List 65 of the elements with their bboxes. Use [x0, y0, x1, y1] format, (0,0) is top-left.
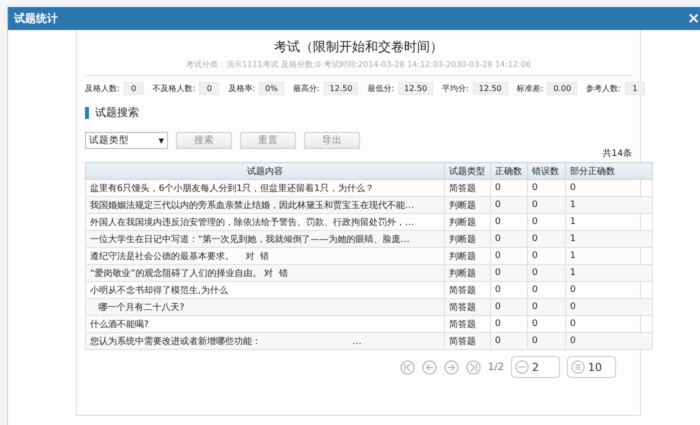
window-title: 试题统计 [14, 11, 58, 26]
table-cell: 一位大学生在日记中写道：“第一次见到她，我就倾倒了——为她的眼睛、脸庞… [86, 230, 444, 248]
table-cell: 0 [490, 230, 528, 248]
table-cell: 0 [528, 196, 566, 214]
stat-value: 0% [259, 82, 284, 95]
goto-page-field[interactable]: 2 [511, 356, 560, 378]
exam-title: 考试（限制开始和交卷时间） [273, 39, 444, 56]
table-cell: 0 [528, 264, 566, 282]
table-cell: 0 [490, 196, 528, 214]
dropdown-value: 试题类型 [89, 134, 129, 147]
stat-value: 12.50 [324, 82, 358, 95]
table-cell: 我国婚姻法规定三代以内的旁系血亲禁止结婚，因此林黛玉和贾宝玉在现代不能… [86, 196, 444, 214]
column-header: 试题内容 [86, 162, 444, 180]
next-page-icon[interactable] [444, 360, 459, 374]
table-cell: 判断题 [444, 264, 490, 282]
table-cell: 简答题 [444, 332, 490, 350]
stat-value: 12.50 [472, 82, 508, 95]
column-header: 错误数 [528, 162, 566, 180]
page-indicator: 1/2 [488, 362, 504, 372]
table-cell: 0 [528, 298, 566, 316]
exam-info: 考试分类：演示1111考试 及格分数:0 考试时间:2014-03-28 14:12:03-2030-03-28 14:12:06 [85, 56, 632, 76]
stat-value: 1 [624, 82, 645, 95]
table-cell: 简答题 [444, 298, 490, 316]
table-cell: 0 [566, 298, 652, 316]
stat-label: 最高分: [292, 83, 320, 94]
stat-label: 参考人数: [586, 83, 621, 94]
previous-page-icon[interactable] [422, 360, 437, 374]
total-count: 共14条 [602, 149, 632, 159]
stat-label: 及格人数: [85, 83, 120, 94]
table-cell: 0 [566, 332, 652, 350]
stat-value: 0 [124, 82, 144, 95]
section-title: 试题搜索 [95, 105, 139, 120]
column-header: 试题类型 [444, 162, 490, 180]
table-cell: 哪一个月有二十八天? [86, 298, 444, 316]
stat-label: 标准差: [516, 83, 544, 94]
table-cell: 判断题 [444, 196, 490, 214]
table-cell: 0 [490, 264, 528, 282]
reset-button[interactable]: 重置 [240, 132, 296, 149]
table-cell: 判断题 [444, 230, 490, 248]
stat-value: 0 [199, 82, 220, 95]
table-cell: 您认为系统中需要改进或者新增哪些功能： … [86, 332, 444, 350]
table-cell: 1 [566, 196, 652, 214]
page-size-field[interactable]: 10 [567, 356, 616, 378]
column-header: 部分正确数 [566, 162, 652, 180]
first-page-icon[interactable] [400, 360, 415, 374]
stat-value: 0.00 [547, 82, 578, 95]
table-cell: 0 [490, 298, 528, 316]
table-cell: 0 [490, 332, 528, 350]
table-cell: 1 [566, 264, 652, 282]
stat-label: 不及格人数: [152, 83, 196, 94]
table-cell: 1 [566, 230, 652, 248]
list-icon [571, 360, 585, 374]
search-button[interactable]: 搜索 [176, 132, 232, 149]
table-cell: 0 [528, 230, 566, 248]
table-cell: 0 [528, 332, 566, 350]
stat-label: 平均分: [442, 83, 469, 94]
column-header: 正确数 [490, 162, 528, 180]
close-icon[interactable]: × [687, 11, 700, 26]
export-button[interactable]: 导出 [304, 132, 360, 149]
stat-label: 及格率: [228, 83, 256, 94]
table-cell: “爱岗敬业”的观念阻碍了人们的择业自由。 对 错 [86, 264, 444, 282]
stat-label: 最低分: [367, 83, 394, 94]
section-marker [85, 106, 89, 118]
stat-value: 12.50 [398, 82, 434, 95]
last-page-icon[interactable] [466, 360, 481, 374]
